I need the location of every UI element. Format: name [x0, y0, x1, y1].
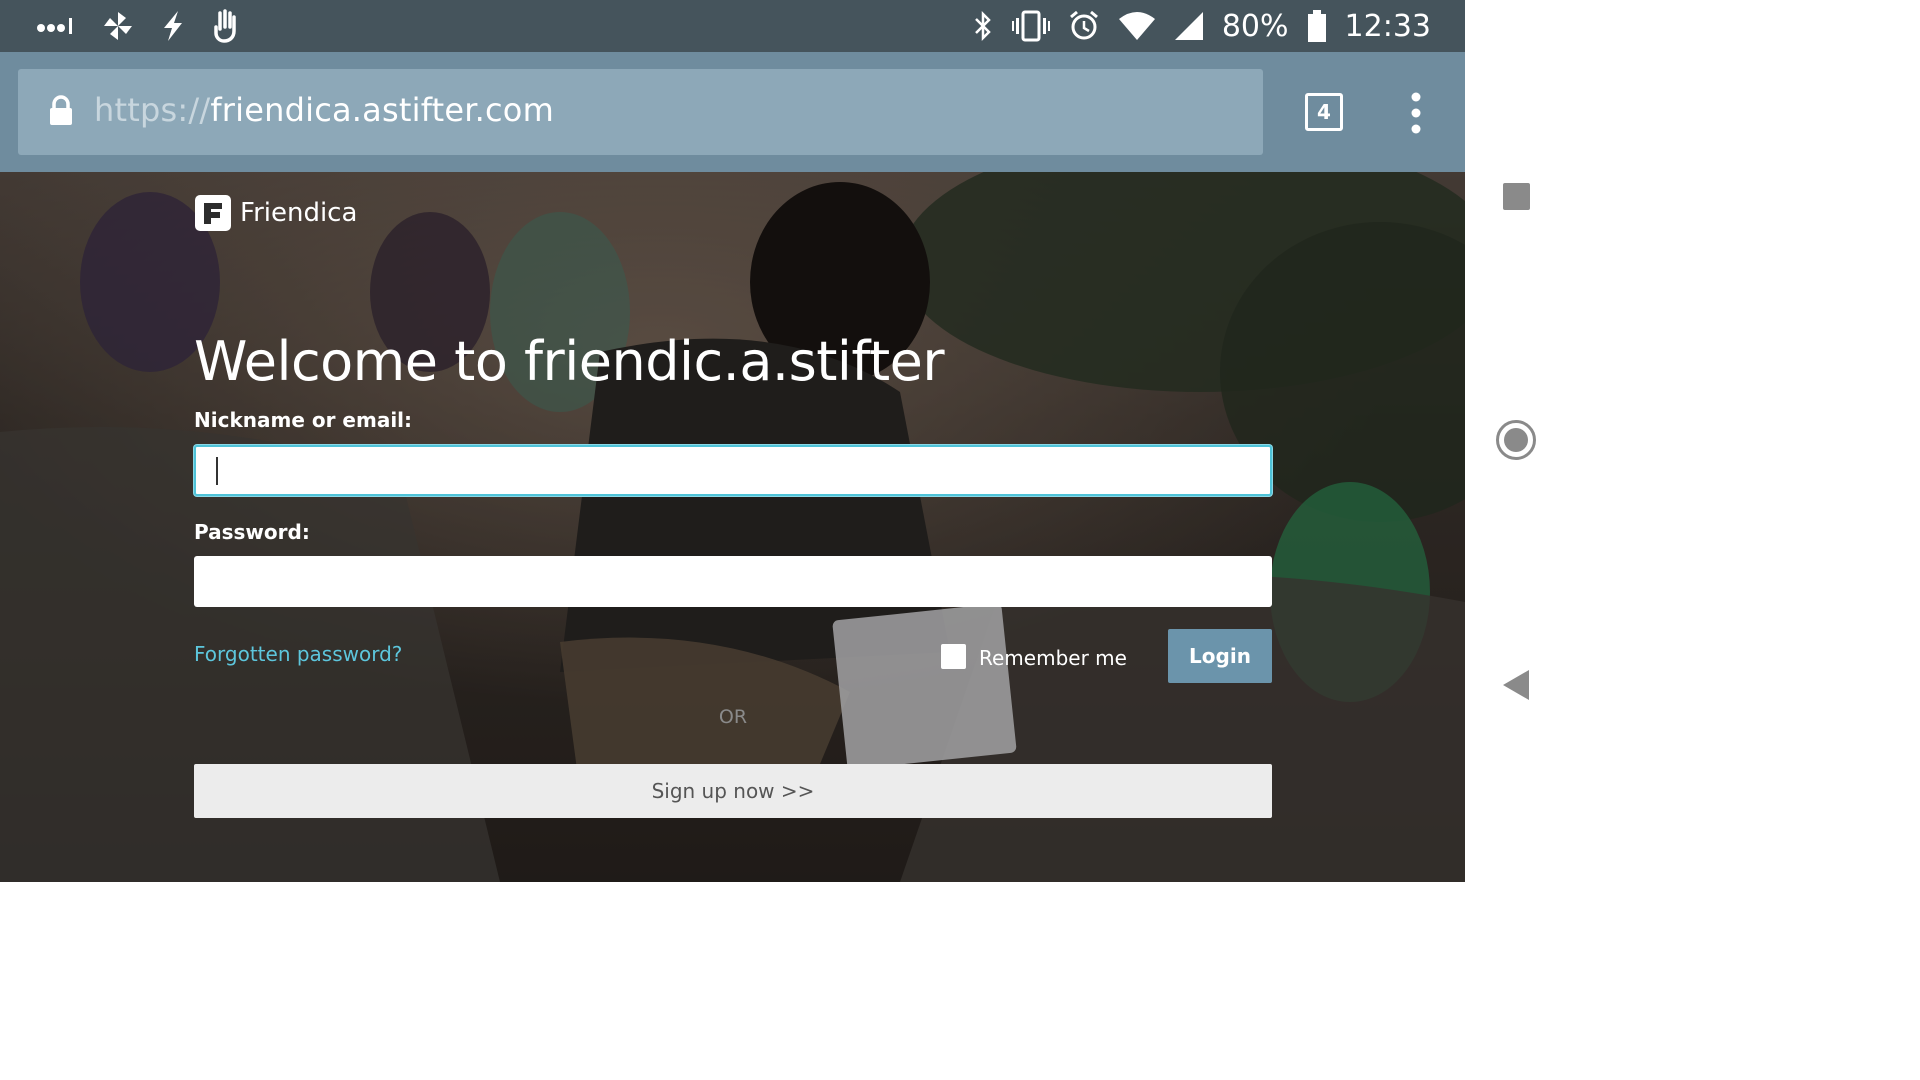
- wifi-icon: [1118, 12, 1155, 40]
- bluetooth-icon: [974, 10, 991, 42]
- friendica-logo-icon: [195, 195, 231, 231]
- brand-name: Friendica: [240, 198, 358, 228]
- recents-button-icon[interactable]: [1503, 183, 1530, 210]
- status-right-icons: 80% 12:33: [972, 0, 1431, 52]
- page-title: Welcome to friendic.a.stifter: [194, 330, 945, 393]
- battery-percent: 80%: [1221, 8, 1289, 44]
- tab-count: 4: [1317, 100, 1331, 124]
- tab-switcher-button[interactable]: 4: [1305, 93, 1343, 131]
- signal-dots-icon: [37, 18, 72, 34]
- forgot-password-link[interactable]: Forgotten password?: [194, 642, 402, 666]
- or-separator: OR: [718, 706, 748, 728]
- device-screen: 80% 12:33 https://friendica.astifter.com…: [0, 0, 1465, 882]
- password-input[interactable]: [194, 556, 1272, 607]
- clock: 12:33: [1344, 8, 1431, 44]
- pinwheel-icon: [104, 12, 132, 40]
- url-scheme: https://: [94, 91, 211, 129]
- alarm-icon: [1069, 10, 1098, 40]
- browser-toolbar: https://friendica.astifter.com 4: [0, 52, 1465, 172]
- overflow-menu-icon[interactable]: [1400, 92, 1432, 134]
- hand-icon: [214, 9, 236, 43]
- login-hero: Friendica Welcome to friendic.a.stifter …: [0, 172, 1465, 882]
- signup-button[interactable]: Sign up now >>: [194, 764, 1272, 818]
- url-host: friendica.astifter.com: [210, 91, 554, 129]
- remember-me-checkbox[interactable]: [941, 644, 966, 669]
- vibrate-icon: [1011, 10, 1050, 42]
- system-nav-bar: [1465, 0, 1556, 882]
- cell-signal-icon: [1174, 12, 1203, 40]
- remember-me-label[interactable]: Remember me: [979, 646, 1127, 670]
- status-left-icons: [36, 0, 240, 52]
- login-button-label: Login: [1189, 644, 1251, 668]
- lightning-icon: [164, 11, 182, 41]
- back-button-icon[interactable]: [1503, 670, 1529, 700]
- address-bar[interactable]: https://friendica.astifter.com: [18, 69, 1263, 155]
- nickname-label: Nickname or email:: [194, 408, 413, 432]
- brand-logo[interactable]: Friendica: [194, 194, 357, 232]
- signup-button-label: Sign up now >>: [651, 779, 815, 803]
- nickname-input[interactable]: [194, 445, 1272, 496]
- status-bar: 80% 12:33: [0, 0, 1465, 52]
- lock-icon: [50, 95, 72, 125]
- url-text[interactable]: https://friendica.astifter.com: [94, 91, 554, 129]
- text-caret: [216, 457, 218, 485]
- home-button-icon[interactable]: [1496, 420, 1536, 460]
- password-label: Password:: [194, 520, 310, 544]
- login-button[interactable]: Login: [1168, 629, 1272, 683]
- battery-icon: [1307, 10, 1326, 42]
